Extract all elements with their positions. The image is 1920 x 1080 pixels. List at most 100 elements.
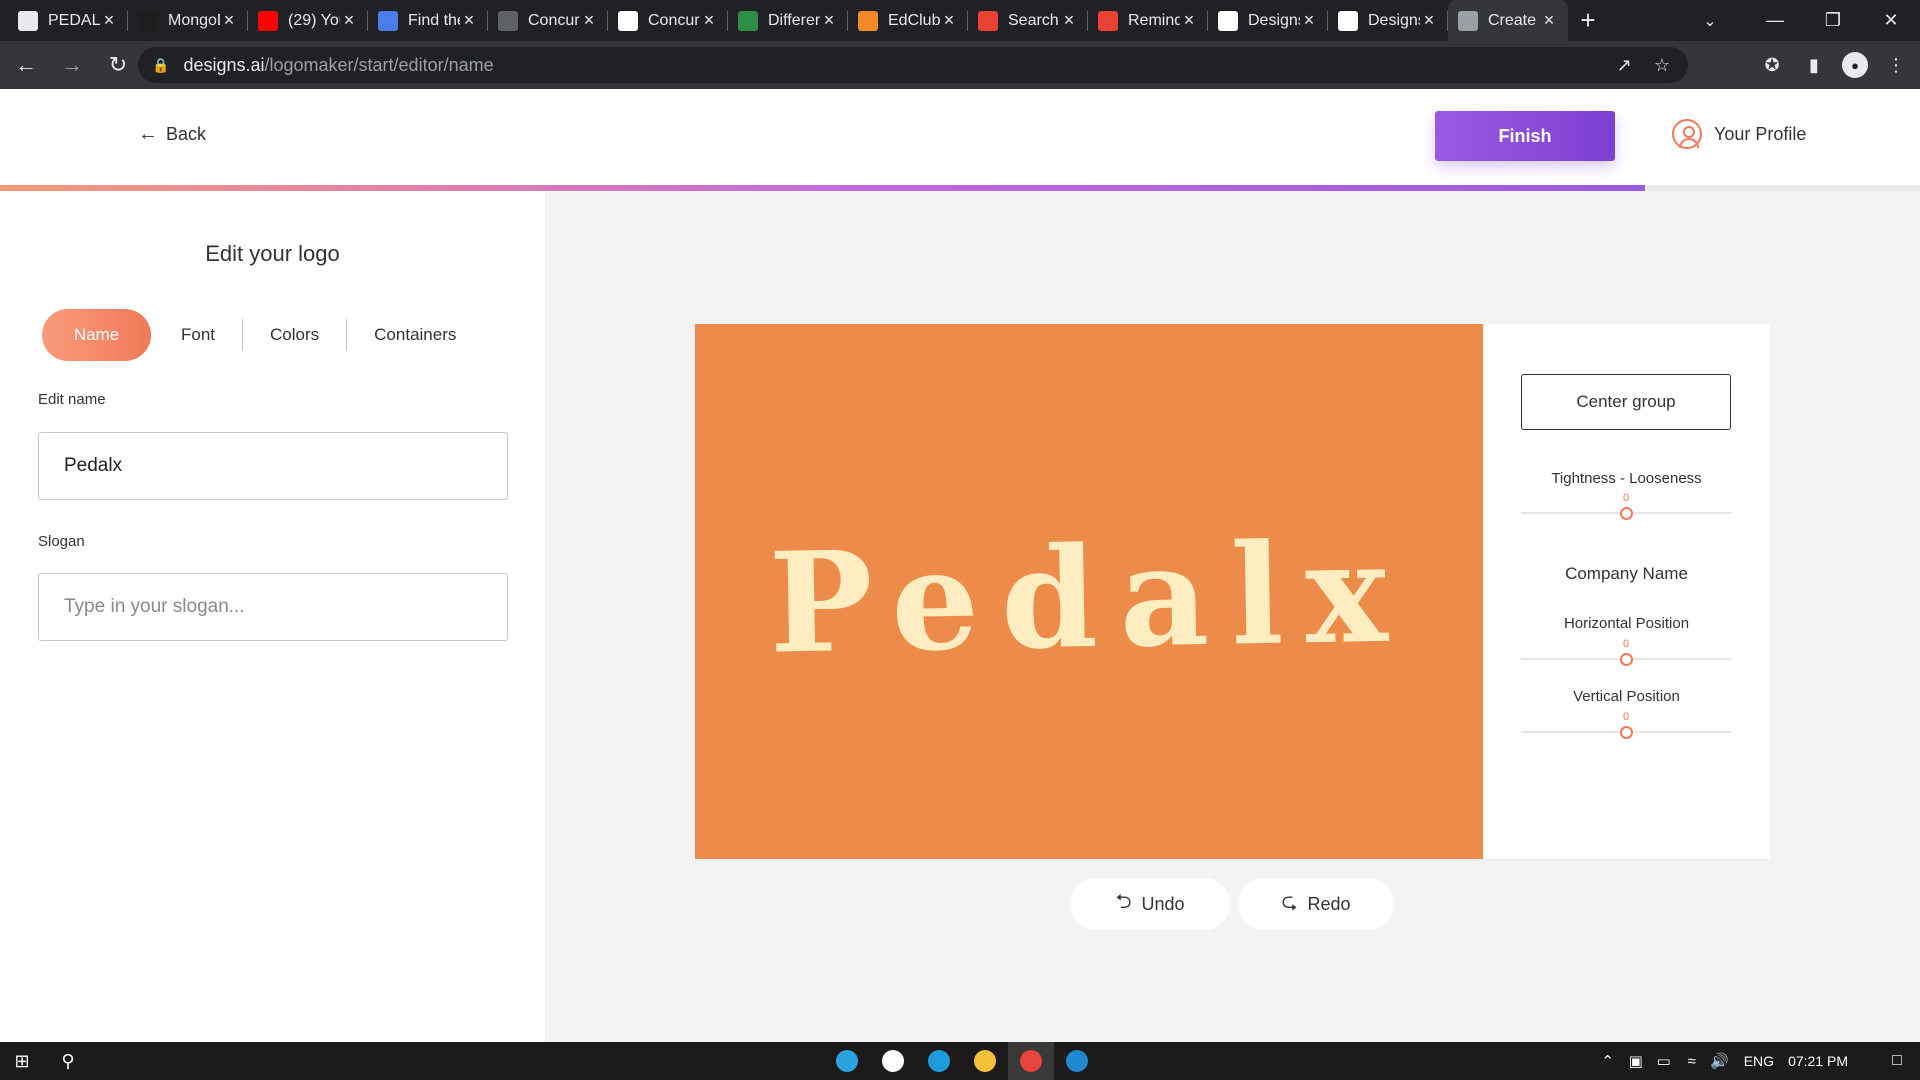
tab-name[interactable]: Name <box>42 309 151 361</box>
volume-icon[interactable]: 🔊 <box>1706 1052 1734 1070</box>
extensions-icon[interactable]: ✪ <box>1758 51 1786 79</box>
notifications-icon[interactable]: □ <box>1874 1052 1920 1070</box>
close-tab-icon[interactable]: × <box>1060 10 1078 31</box>
battery-icon[interactable]: ▭ <box>1650 1052 1678 1070</box>
redo-icon: ⮎ <box>1281 891 1298 913</box>
chrome-icon <box>1020 1050 1042 1072</box>
chevron-up-icon[interactable]: ⌃ <box>1594 1052 1622 1070</box>
telegram-taskbar-button[interactable] <box>824 1042 870 1080</box>
close-tab-icon[interactable]: × <box>340 10 358 31</box>
menu-kebab-icon[interactable]: ⋮ <box>1882 51 1910 79</box>
gfg-favicon-icon <box>738 10 758 31</box>
logo-preview[interactable]: Pedalx <box>695 324 1483 859</box>
browser-tab[interactable]: Designs× <box>1208 0 1328 41</box>
language-indicator[interactable]: ENG <box>1744 1053 1774 1069</box>
browser-tab-title: Reminder <box>1128 11 1180 29</box>
app-taskbar-button[interactable] <box>870 1042 916 1080</box>
browser-tab[interactable]: PEDALX× <box>8 0 128 41</box>
device-icon[interactable]: ▣ <box>1622 1052 1650 1070</box>
slogan-label: Slogan <box>38 533 85 550</box>
forward-arrow-icon[interactable]: → <box>52 45 92 85</box>
editor-tabs: Name Font Colors Containers <box>42 309 483 361</box>
close-tab-icon[interactable]: × <box>460 10 478 31</box>
new-tab-button[interactable]: + <box>1568 0 1608 41</box>
app-header: ← Back Finish Your Profile <box>0 89 1920 185</box>
clock[interactable]: 07:21 PM <box>1788 1053 1848 1069</box>
browser-tab[interactable]: EdClub × <box>848 0 968 41</box>
tightness-slider[interactable]: 0 <box>1521 492 1731 522</box>
company-name-input[interactable] <box>38 432 508 500</box>
close-window-icon[interactable]: ✕ <box>1862 0 1920 41</box>
address-bar[interactable]: 🔒 designs.ai/logomaker/start/editor/name… <box>138 47 1688 83</box>
close-tab-icon[interactable]: × <box>580 10 598 31</box>
undo-button[interactable]: ⮌ Undo <box>1070 878 1230 930</box>
browser-tab-title: Create <box>1488 11 1537 29</box>
toolbar-icons: ✪ ▮ ● ⋮ <box>1758 41 1910 89</box>
logo-company-name[interactable]: Pedalx <box>767 510 1410 684</box>
company-name-section-title: Company Name <box>1565 564 1688 583</box>
slider-handle[interactable] <box>1620 507 1633 520</box>
share-icon[interactable]: ↗ <box>1617 55 1632 76</box>
pinned-apps <box>824 1042 1100 1080</box>
browser-tab[interactable]: Difference× <box>728 0 848 41</box>
gmail-favicon-icon <box>978 10 998 31</box>
pedalx-favicon-icon <box>18 10 38 31</box>
horizontal-position-slider[interactable]: 0 <box>1521 638 1731 668</box>
browser-tab[interactable]: Search × <box>968 0 1088 41</box>
panel-title: Edit your logo <box>205 241 340 266</box>
browser-tab[interactable]: Reminder× <box>1088 0 1208 41</box>
browser-tab[interactable]: (29) YouTube× <box>248 0 368 41</box>
close-tab-icon[interactable]: × <box>1300 10 1318 31</box>
slider-handle[interactable] <box>1620 726 1633 739</box>
browser-tab-title: Designs <box>1368 11 1420 29</box>
windows-start-icon[interactable]: ⊞ <box>0 1042 44 1080</box>
center-group-button[interactable]: Center group <box>1521 374 1731 430</box>
browser-tab[interactable]: MongoDB× <box>128 0 248 41</box>
designs-favicon-icon <box>1338 10 1358 31</box>
chrome-taskbar-button[interactable] <box>1008 1042 1054 1080</box>
close-tab-icon[interactable]: × <box>220 10 238 31</box>
back-link[interactable]: ← Back <box>138 123 206 146</box>
back-arrow-icon[interactable]: ← <box>6 45 46 85</box>
profile-avatar-icon[interactable]: ● <box>1842 52 1868 78</box>
vscode-taskbar-button[interactable] <box>1054 1042 1100 1080</box>
vertical-position-slider[interactable]: 0 <box>1521 711 1731 741</box>
wifi-icon[interactable]: ≈ <box>1678 1053 1706 1070</box>
close-tab-icon[interactable]: × <box>100 10 118 31</box>
close-tab-icon[interactable]: × <box>940 10 958 31</box>
browser-tab[interactable]: Find the× <box>368 0 488 41</box>
close-tab-icon[interactable]: × <box>1180 10 1198 31</box>
close-tab-icon[interactable]: × <box>700 10 718 31</box>
close-tab-icon[interactable]: × <box>1420 10 1438 31</box>
reload-icon[interactable]: ↻ <box>98 45 138 85</box>
close-tab-icon[interactable]: × <box>1540 10 1558 31</box>
browser-tab-title: Designs <box>1248 11 1300 29</box>
mongodb-favicon-icon <box>138 10 158 31</box>
slider-handle[interactable] <box>1620 653 1633 666</box>
browser-tab[interactable]: Concurrency× <box>488 0 608 41</box>
horizontal-position-label: Horizontal Position <box>1563 615 1690 632</box>
redo-button[interactable]: ⮎ Redo <box>1238 878 1394 930</box>
side-panel-icon[interactable]: ▮ <box>1800 51 1828 79</box>
your-profile-link[interactable]: Your Profile <box>1672 119 1806 149</box>
finish-button[interactable]: Finish <box>1435 111 1615 161</box>
close-tab-icon[interactable]: × <box>820 10 838 31</box>
globe-favicon-icon <box>1458 10 1478 31</box>
file-explorer-taskbar-button[interactable] <box>962 1042 1008 1080</box>
file-explorer-icon <box>974 1050 996 1072</box>
slogan-input[interactable] <box>38 573 508 641</box>
tab-font[interactable]: Font <box>151 319 242 351</box>
edge-taskbar-button[interactable] <box>916 1042 962 1080</box>
minimize-icon[interactable]: — <box>1746 0 1804 41</box>
browser-tab[interactable]: Create × <box>1448 0 1568 41</box>
browser-tab[interactable]: Concurrency× <box>608 0 728 41</box>
lock-icon: 🔒 <box>152 56 170 73</box>
tab-colors[interactable]: Colors <box>243 319 346 351</box>
tab-search-icon[interactable]: ⌄ <box>1690 0 1730 41</box>
tab-containers[interactable]: Containers <box>347 319 483 351</box>
bookmark-star-icon[interactable]: ☆ <box>1654 55 1670 76</box>
user-circle-icon <box>1672 119 1702 149</box>
browser-tab[interactable]: Designs× <box>1328 0 1448 41</box>
search-icon[interactable]: ⚲ <box>48 1042 88 1080</box>
restore-icon[interactable]: ❐ <box>1804 0 1862 41</box>
